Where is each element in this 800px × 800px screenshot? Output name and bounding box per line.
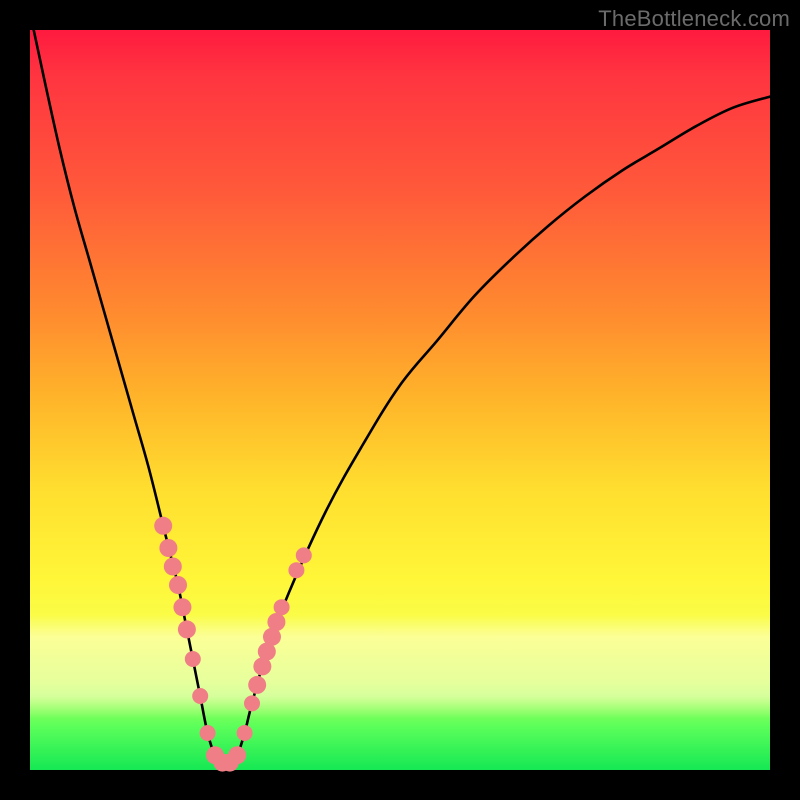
- curve-marker: [200, 725, 216, 741]
- curve-marker: [164, 558, 182, 576]
- curve-marker: [192, 688, 208, 704]
- curve-marker: [169, 576, 187, 594]
- chart-svg: [30, 30, 770, 770]
- curve-marker: [154, 517, 172, 535]
- curve-marker: [248, 676, 266, 694]
- watermark-text: TheBottleneck.com: [598, 6, 790, 32]
- curve-marker: [159, 539, 177, 557]
- curve-marker: [296, 547, 312, 563]
- curve-marker: [274, 599, 290, 615]
- curve-marker: [173, 598, 191, 616]
- curve-marker: [237, 725, 253, 741]
- curve-marker: [267, 613, 285, 631]
- curve-marker: [244, 695, 260, 711]
- curve-marker: [185, 651, 201, 667]
- curve-marker: [288, 562, 304, 578]
- bottleneck-curve: [34, 30, 770, 764]
- chart-frame: TheBottleneck.com: [0, 0, 800, 800]
- curve-marker: [178, 620, 196, 638]
- curve-markers: [154, 517, 312, 772]
- curve-marker: [228, 746, 246, 764]
